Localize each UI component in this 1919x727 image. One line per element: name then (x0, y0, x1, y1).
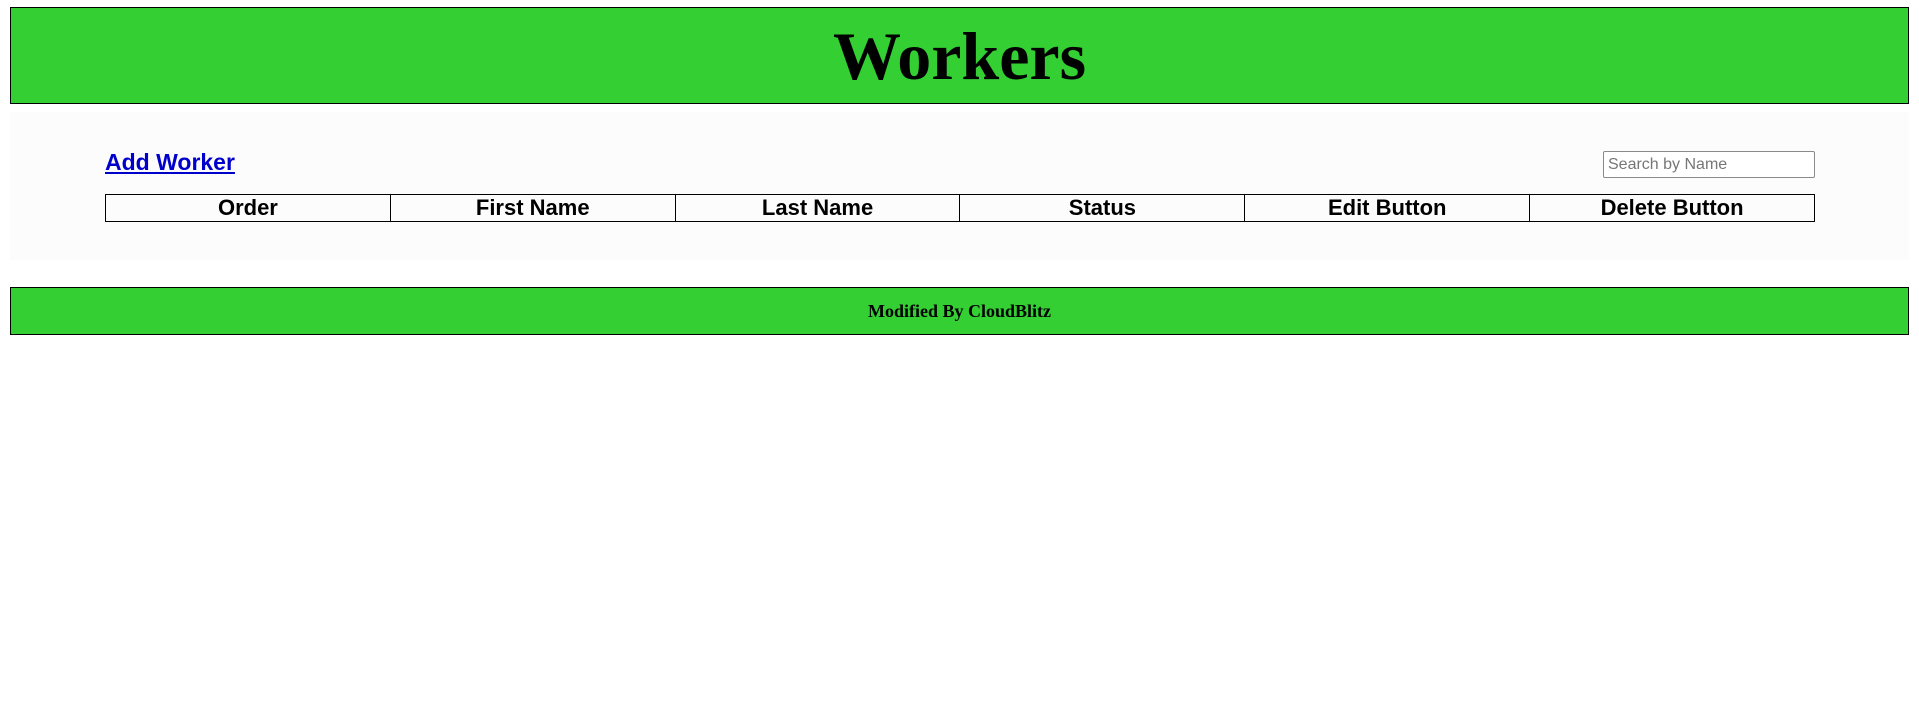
column-header-edit-button: Edit Button (1244, 194, 1531, 222)
column-header-delete-button: Delete Button (1529, 194, 1815, 222)
page-footer: Modified By CloudBlitz (10, 287, 1909, 335)
table-header-row: Order First Name Last Name Status Edit B… (105, 194, 1815, 222)
column-header-status: Status (959, 194, 1246, 222)
search-input[interactable] (1603, 151, 1815, 178)
page-title: Workers (832, 17, 1087, 94)
add-worker-link[interactable]: Add Worker (105, 149, 235, 176)
page-header: Workers (10, 7, 1909, 104)
column-header-order: Order (105, 194, 391, 222)
table-body (106, 222, 1815, 260)
column-header-first-name: First Name (389, 194, 676, 222)
footer-text: Modified By CloudBlitz (867, 300, 1051, 321)
main-content: Add Worker Order First Name Last Name St… (10, 112, 1909, 260)
column-header-last-name: Last Name (674, 194, 961, 222)
workers-table: Order First Name Last Name Status Edit B… (105, 194, 1815, 260)
